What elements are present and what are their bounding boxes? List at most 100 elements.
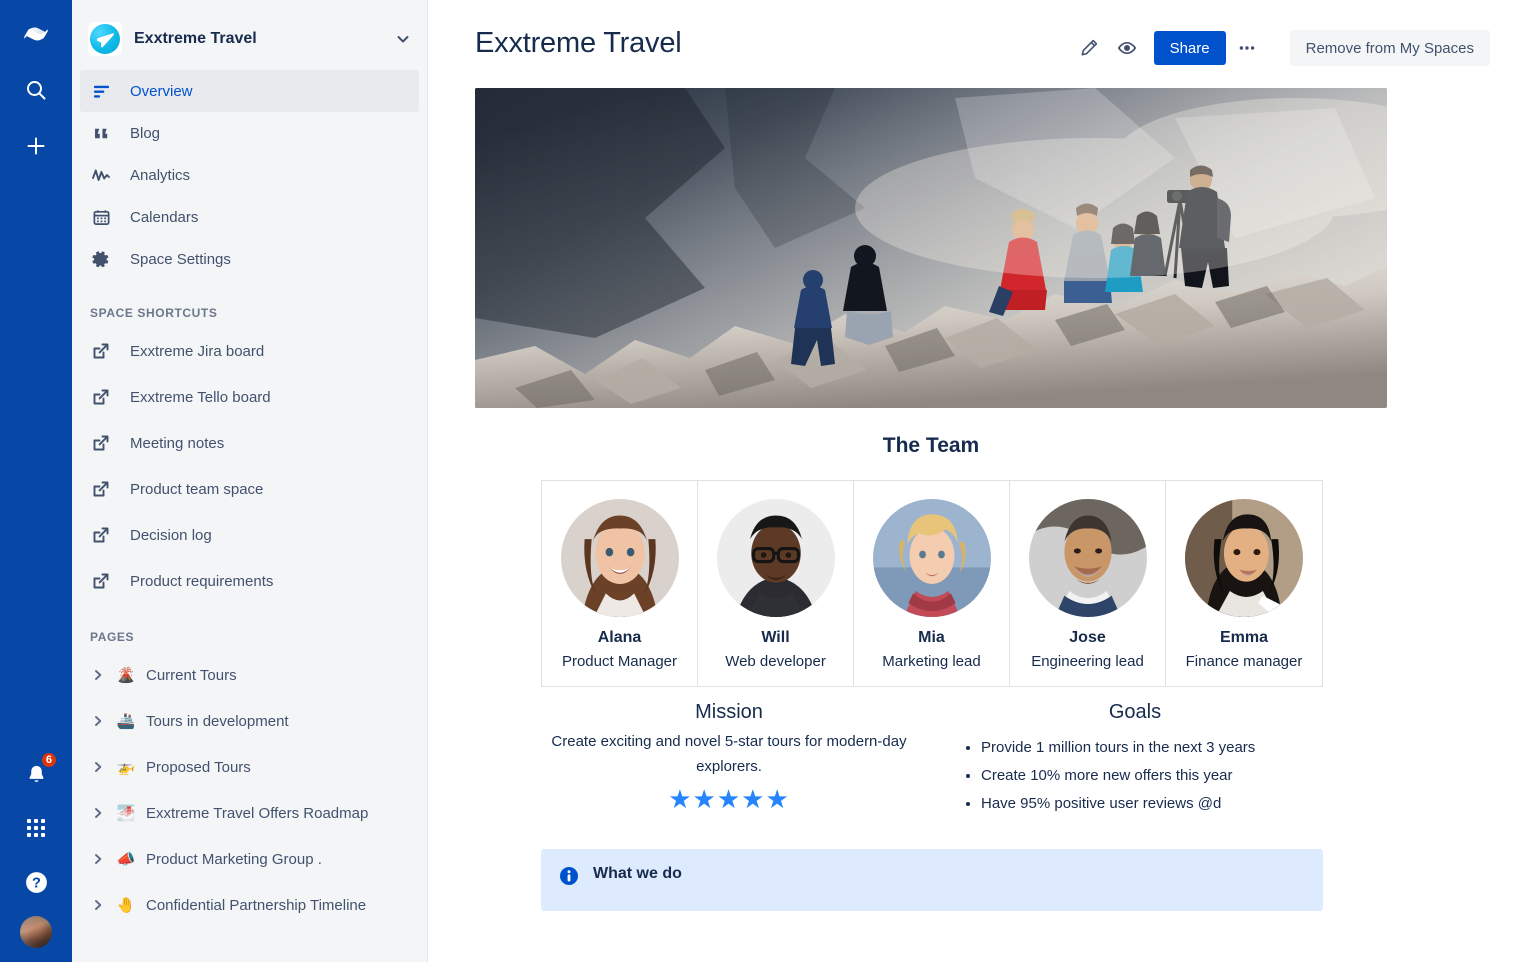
search-icon[interactable] (16, 70, 56, 110)
mission-title: Mission (695, 701, 763, 723)
notification-count-badge: 6 (39, 751, 58, 769)
page-item-confidential-partnership-timeline[interactable]: 🤚 Confidential Partnership Timeline (72, 882, 427, 928)
sidebar-item-analytics[interactable]: Analytics (80, 154, 419, 196)
external-link-icon (90, 478, 112, 500)
chevron-right-icon[interactable] (90, 761, 106, 773)
team-member-role: Engineering lead (1031, 653, 1144, 670)
shortcut-label: Meeting notes (130, 434, 225, 452)
page-body: The Team Alana Product Manager Will Web … (428, 88, 1540, 912)
bell-icon[interactable]: 6 (16, 751, 58, 794)
chevron-down-icon[interactable] (395, 31, 411, 47)
goals-column: Goals Provide 1 million tours in the nex… (947, 701, 1323, 817)
sidebar-item-label: Blog (130, 124, 161, 142)
team-member-name: Emma (1219, 629, 1269, 646)
chevron-right-icon[interactable] (90, 899, 106, 911)
sidebar-item-calendars[interactable]: Calendars (80, 196, 419, 238)
share-button[interactable]: Share (1153, 31, 1226, 65)
team-member-name: Mia (918, 629, 945, 646)
shortcut-product-team-space[interactable]: Product team space (72, 466, 427, 512)
chevron-right-icon[interactable] (90, 807, 106, 819)
page-item-proposed-tours[interactable]: 🚁 Proposed Tours (72, 744, 427, 790)
team-member-card: Will Web developer (698, 481, 854, 686)
hero-image (475, 88, 1387, 408)
shortcut-exxtreme-tello-board[interactable]: Exxtreme Tello board (72, 374, 427, 420)
team-member-card: Alana Product Manager (542, 481, 698, 686)
user-avatar[interactable] (20, 916, 52, 948)
goal-item: Create 10% more new offers this year (981, 762, 1323, 790)
create-icon[interactable] (16, 126, 56, 166)
page-label: Current Tours (146, 666, 237, 684)
goal-item: Provide 1 million tours in the next 3 ye… (981, 734, 1323, 762)
goals-title: Goals (1108, 701, 1162, 723)
mission-text: Create exciting and novel 5-star tours f… (551, 733, 907, 775)
info-icon (559, 866, 579, 891)
external-link-icon (90, 524, 112, 546)
page-item-exxtreme-travel-offers-roadmap[interactable]: 🌁 Exxtreme Travel Offers Roadmap (72, 790, 427, 836)
help-icon[interactable]: ? (16, 862, 56, 902)
external-link-icon (90, 386, 112, 408)
shortcut-meeting-notes[interactable]: Meeting notes (72, 420, 427, 466)
global-navigation-rail: 6 ? (0, 0, 72, 962)
team-member-card: Jose Engineering lead (1010, 481, 1166, 686)
avatar (560, 499, 679, 617)
calendar-icon (90, 206, 112, 228)
sidebar-item-label: Overview (130, 82, 193, 100)
page-emoji: 🌋 (116, 667, 136, 684)
avatar (1028, 499, 1147, 617)
eye-icon[interactable] (1110, 31, 1144, 65)
team-member-role: Marketing lead (882, 653, 981, 670)
page-label: Exxtreme Travel Offers Roadmap (146, 804, 369, 822)
avatar (716, 499, 835, 617)
chevron-right-icon[interactable] (90, 853, 106, 865)
confluence-logo-icon[interactable] (16, 14, 56, 54)
what-we-do-panel: What we do (541, 849, 1323, 912)
space-name: Exxtreme Travel (134, 30, 257, 47)
rail-top-group (16, 0, 56, 166)
rocket-plane-icon (88, 22, 122, 56)
space-nav-list: Overview Blog Analytics Calendars Space … (72, 70, 427, 280)
space-sidebar: Exxtreme Travel Overview Blog Analytics … (72, 0, 428, 962)
shortcut-decision-log[interactable]: Decision log (72, 512, 427, 558)
mission-column: Mission Create exciting and novel 5-star… (541, 701, 917, 817)
team-member-card: Emma Finance manager (1166, 481, 1322, 686)
goals-list: Provide 1 million tours in the next 3 ye… (981, 734, 1323, 817)
shortcut-product-requirements[interactable]: Product requirements (72, 558, 427, 604)
shortcut-label: Product requirements (130, 572, 274, 590)
page-item-product-marketing-group[interactable]: 📣 Product Marketing Group . (72, 836, 427, 882)
team-section-title: The Team (882, 434, 980, 457)
page-label: Proposed Tours (146, 758, 251, 776)
sidebar-item-space-settings[interactable]: Space Settings (80, 238, 419, 280)
rail-bottom-group: 6 ? (0, 751, 72, 948)
page-title: Exxtreme Travel (475, 27, 682, 59)
chevron-right-icon[interactable] (90, 715, 106, 727)
page-label: Tours in development (146, 712, 289, 730)
team-member-role: Product Manager (561, 653, 678, 670)
external-link-icon (90, 340, 112, 362)
team-member-role: Web developer (725, 653, 826, 670)
chevron-right-icon[interactable] (90, 669, 106, 681)
team-member-name: Jose (1069, 629, 1106, 646)
page-header-actions: Share Remove from My Spaces (1072, 26, 1490, 66)
pages-tree: 🌋 Current Tours 🚢 Tours in development 🚁… (72, 652, 427, 928)
external-link-icon (90, 432, 112, 454)
more-horizontal-icon[interactable] (1230, 31, 1264, 65)
gear-icon (90, 248, 112, 270)
sidebar-item-label: Analytics (130, 166, 191, 184)
sidebar-item-overview[interactable]: Overview (80, 70, 419, 112)
space-shortcuts-list: Exxtreme Jira board Exxtreme Tello board (72, 328, 427, 604)
page-item-current-tours[interactable]: 🌋 Current Tours (72, 652, 427, 698)
page-item-tours-in-development[interactable]: 🚢 Tours in development (72, 698, 427, 744)
avatar (1185, 499, 1303, 617)
star-rating: ★★★★★ (668, 783, 790, 814)
app-switcher-icon[interactable] (16, 808, 56, 848)
pencil-icon[interactable] (1072, 31, 1106, 65)
sidebar-item-blog[interactable]: Blog (80, 112, 419, 154)
page-emoji: 🤚 (116, 897, 136, 914)
remove-from-my-spaces-button[interactable]: Remove from My Spaces (1289, 30, 1490, 66)
panel-content: What we do (593, 865, 682, 893)
space-header[interactable]: Exxtreme Travel (72, 0, 427, 70)
shortcut-exxtreme-jira-board[interactable]: Exxtreme Jira board (72, 328, 427, 374)
team-member-role: Finance manager (1185, 653, 1303, 670)
panel-title: What we do (593, 865, 682, 883)
svg-text:?: ? (32, 875, 41, 891)
